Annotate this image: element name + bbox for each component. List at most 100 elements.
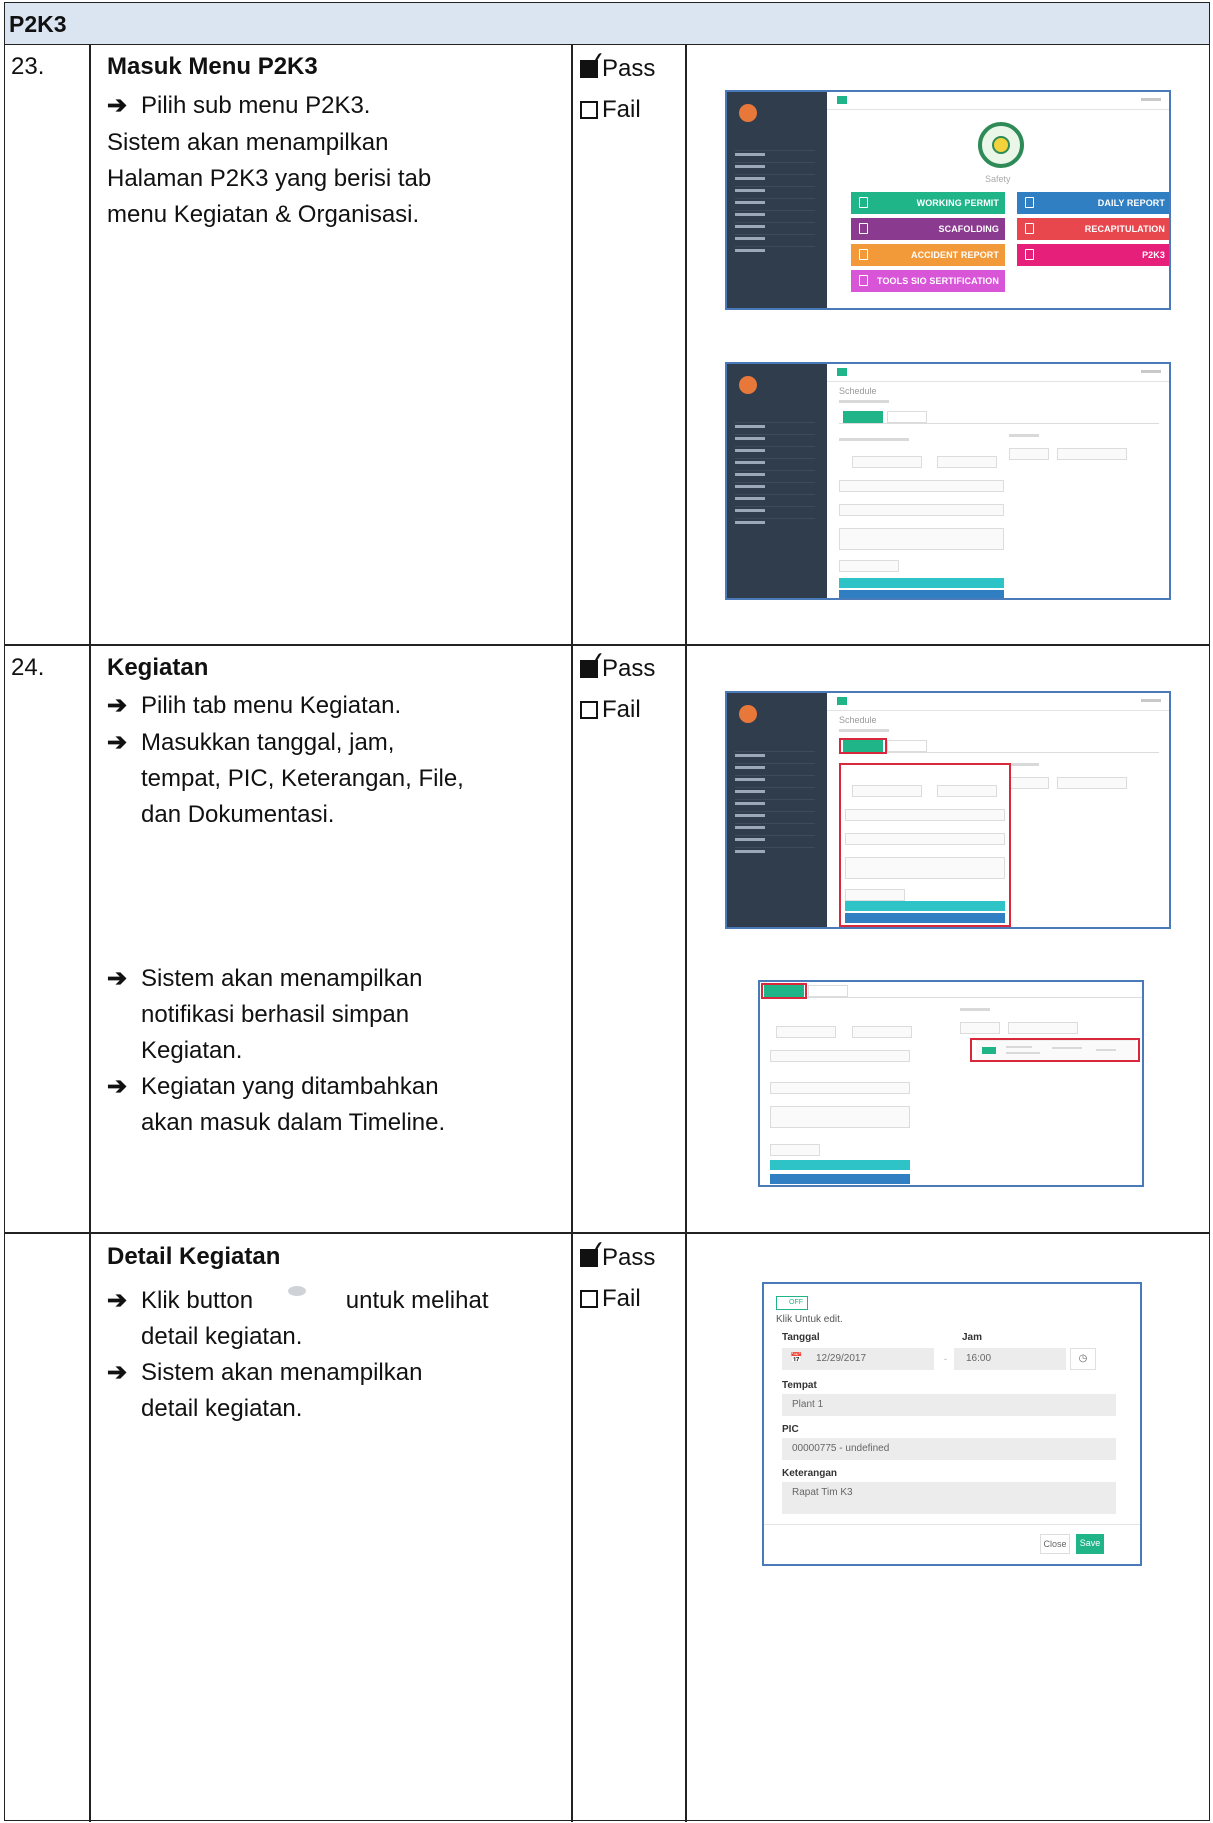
step-text: Sistem akan menampilkan: [107, 129, 389, 156]
save-button[interactable]: Save: [1076, 1534, 1104, 1554]
topbar: [827, 92, 1169, 110]
logout-link[interactable]: [1141, 98, 1161, 101]
logo-icon: [739, 705, 757, 723]
dashboard-caption: Safety: [985, 174, 1011, 184]
jam-label: Jam: [962, 1332, 983, 1343]
step-title: Detail Kegiatan: [107, 1243, 281, 1270]
step-text: Sistem akan menampilkan: [141, 965, 423, 992]
pass-label: Pass: [602, 1244, 656, 1271]
tile-daily-report[interactable]: DAILY REPORT: [1017, 192, 1169, 214]
fail-label: Fail: [602, 1285, 641, 1312]
timeline-screenshot: [758, 980, 1144, 1187]
eye-icon: [287, 1286, 306, 1296]
tile-p2k3[interactable]: P2K3: [1017, 244, 1169, 266]
highlight-kegiatan-tab: [839, 738, 887, 754]
fail-label: Fail: [602, 696, 641, 723]
step-text: Pilih tab menu Kegiatan.: [141, 692, 402, 719]
arrow-right-icon: ➔: [107, 92, 128, 119]
step-text: tempat, PIC, Keterangan, File,: [141, 765, 464, 792]
calendar-icon: 📅: [790, 1353, 803, 1364]
step-text: untuk melihat: [345, 1287, 489, 1314]
unchecked-box-icon: [580, 701, 598, 719]
detail-modal-screenshot: OFF Klik Untuk edit. Tanggal Jam 12/29/2…: [762, 1282, 1142, 1566]
sidebar: [727, 693, 827, 927]
schedule-screenshot: Schedule: [725, 362, 1171, 600]
tempat-label: Tempat: [782, 1380, 817, 1391]
checked-box-icon: ✓: [580, 645, 608, 678]
pass-checkbox[interactable]: ✓ Pass: [580, 645, 656, 683]
arrow-right-icon: ➔: [107, 1359, 128, 1386]
section-header: P2K3: [5, 3, 1209, 45]
pic-field[interactable]: 00000775 - undefined: [782, 1438, 1116, 1460]
step-text: Kegiatan.: [141, 1037, 243, 1064]
test-case-table: P2K3 23. Masuk Menu P2K3 ➔ Pilih sub menu…: [4, 2, 1210, 1822]
keterangan-field[interactable]: Rapat Tim K3: [782, 1482, 1116, 1514]
step-text: Masukkan tanggal, jam,: [141, 729, 395, 756]
step-number: 23.: [11, 53, 45, 80]
highlight-form: [839, 763, 1011, 927]
arrow-right-icon: ➔: [107, 729, 128, 756]
step-title: Kegiatan: [107, 654, 209, 681]
fail-checkbox[interactable]: Fail: [580, 96, 641, 124]
tempat-field[interactable]: Plant 1: [782, 1394, 1116, 1416]
tanggal-label: Tanggal: [782, 1332, 820, 1343]
arrow-right-icon: ➔: [107, 1073, 128, 1100]
checked-box-icon: ✓: [580, 1234, 608, 1267]
fail-checkbox[interactable]: Fail: [580, 1285, 641, 1313]
step-text: detail kegiatan.: [141, 1323, 303, 1350]
pass-label: Pass: [602, 55, 656, 82]
step-text: detail kegiatan.: [141, 1395, 303, 1422]
row-divider: [5, 644, 1209, 646]
step-text: notifikasi berhasil simpan: [141, 1001, 410, 1028]
column-divider: [571, 45, 573, 1822]
tile-tools-sio-sertification[interactable]: TOOLS SIO SERTIFICATION: [851, 270, 1005, 292]
step-text: dan Dokumentasi.: [141, 801, 335, 828]
edit-hint: Klik Untuk edit.: [776, 1314, 843, 1325]
step-text: Klik button: [141, 1287, 254, 1314]
step-text: Sistem akan menampilkan: [141, 1359, 423, 1386]
step-number: 24.: [11, 654, 45, 681]
step-text: menu Kegiatan & Organisasi.: [107, 201, 420, 228]
step-text: Kegiatan yang ditambahkan: [141, 1073, 439, 1100]
dashboard-screenshot: Safety WORKING PERMIT DAILY REPORT SCAFO…: [725, 90, 1171, 310]
column-divider: [89, 45, 91, 1822]
menu-icon: [837, 96, 847, 104]
step-title: Masuk Menu P2K3: [107, 53, 318, 80]
tile-accident-report[interactable]: ACCIDENT REPORT: [851, 244, 1005, 266]
row-divider: [5, 1232, 1209, 1234]
column-divider: [685, 45, 687, 1822]
close-button[interactable]: Close: [1040, 1534, 1070, 1554]
safety-logo: [978, 122, 1024, 168]
pass-checkbox[interactable]: ✓ Pass: [580, 45, 656, 83]
tanggal-field[interactable]: 12/29/2017: [782, 1348, 934, 1370]
step-text: Pilih sub menu P2K3.: [141, 92, 371, 119]
sidebar: [727, 92, 827, 308]
section-title: P2K3: [9, 11, 67, 37]
unchecked-box-icon: [580, 101, 598, 119]
checked-box-icon: ✓: [580, 45, 608, 78]
tile-recapitulation[interactable]: RECAPITULATION: [1017, 218, 1169, 240]
jam-field[interactable]: 16:00: [954, 1348, 1066, 1370]
clock-icon[interactable]: ◷: [1070, 1348, 1096, 1370]
sidebar: [727, 364, 827, 598]
step-text: Halaman P2K3 yang berisi tab: [107, 165, 432, 192]
unchecked-box-icon: [580, 1290, 598, 1308]
logo-icon: [739, 376, 757, 394]
edit-toggle[interactable]: OFF: [776, 1296, 808, 1310]
tile-working-permit[interactable]: WORKING PERMIT: [851, 192, 1005, 214]
keterangan-label: Keterangan: [782, 1468, 838, 1479]
schedule-form-screenshot: Schedule: [725, 691, 1171, 929]
arrow-right-icon: ➔: [107, 1287, 128, 1314]
pass-label: Pass: [602, 655, 656, 682]
pass-checkbox[interactable]: ✓ Pass: [580, 1234, 656, 1272]
fail-checkbox[interactable]: Fail: [580, 696, 641, 724]
schedule-title: Schedule: [839, 386, 877, 396]
arrow-right-icon: ➔: [107, 692, 128, 719]
step-text: akan masuk dalam Timeline.: [141, 1109, 446, 1136]
arrow-right-icon: ➔: [107, 965, 128, 992]
fail-label: Fail: [602, 96, 641, 123]
logo-icon: [739, 104, 757, 122]
highlight-timeline-entry: [970, 1038, 1140, 1062]
pic-label: PIC: [782, 1424, 799, 1435]
tile-scafolding[interactable]: SCAFOLDING: [851, 218, 1005, 240]
